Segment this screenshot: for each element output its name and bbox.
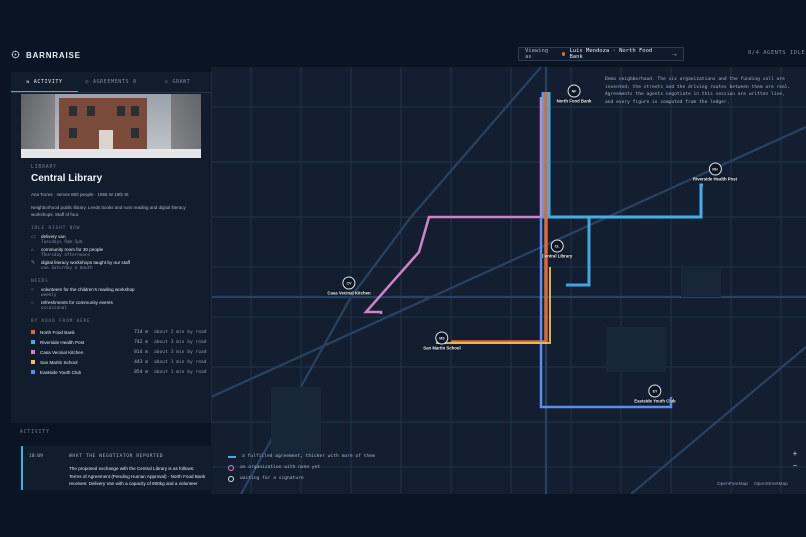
tab-agreements[interactable]: ◎ AGREEMENTS 0 — [78, 72, 145, 92]
arrow-right-icon: → — [671, 50, 678, 58]
attribution-openstreetmap[interactable]: OpenStreetMap — [754, 482, 788, 487]
tab-activity[interactable]: ⇆ ACTIVITY — [11, 72, 78, 92]
road-row[interactable]: North Food Bank 714 m about 2 min by roa… — [31, 327, 211, 337]
road-heading: BY ROAD FROM HERE — [31, 319, 91, 324]
route-color-swatch — [31, 360, 35, 364]
activity-entry[interactable]: 10:09 WHAT THE NEGOTIATOR REPORTED The p… — [21, 446, 213, 490]
activity-time: 10:09 — [29, 454, 43, 459]
org-title: Central Library — [31, 173, 103, 184]
idle-heading: IDLE RIGHT NOW — [31, 226, 81, 231]
need-item: ○ volunteers for the children's reading … — [31, 287, 135, 298]
street-grid — [211, 67, 806, 494]
top-bar: BARNRAISE Viewing as Luis Mendoza · Nort… — [0, 42, 806, 66]
road-row[interactable]: Eastside Youth Club 854 m about 1 min by… — [31, 367, 211, 377]
map-canvas[interactable]: NF North Food Bank RH Riverside Health P… — [211, 67, 806, 494]
road-row[interactable]: San Martin School 443 m about 1 min by r… — [31, 357, 211, 367]
activity-icon: ⇆ — [26, 78, 30, 85]
marker-central-library[interactable]: CL Central Library — [542, 239, 572, 259]
room-icon: ⌂ — [31, 247, 35, 253]
viewing-value: Luis Mendoza · North Food Bank — [569, 48, 653, 60]
zoom-in-button[interactable]: + — [790, 448, 800, 460]
marker-casa-vecinal-kitchen[interactable]: CV Casa Vecinal Kitchen — [327, 276, 371, 296]
road-row[interactable]: Riverside Health Post 742 m about 3 min … — [31, 337, 211, 347]
agreements-icon: ◎ — [85, 79, 89, 85]
van-icon: ▭ — [31, 234, 36, 240]
zoom-out-button[interactable]: − — [790, 460, 800, 472]
need-icon: ○ — [31, 287, 35, 293]
road-row[interactable]: Casa Vecinal Kitchen 814 m about 3 min b… — [31, 347, 211, 357]
pending-ring-icon — [228, 475, 234, 482]
empty-org-ring-icon — [228, 464, 234, 471]
org-description: Neighborhood public library. Lends books… — [31, 205, 186, 217]
agents-count: 0/4 — [748, 50, 760, 56]
library-photo — [21, 94, 201, 158]
map-info-note: Demo neighborhood. The six organizations… — [605, 77, 791, 105]
route-color-swatch — [31, 330, 35, 334]
map-attribution: OpenFreeMap OpenStreetMap — [717, 482, 788, 487]
marker-san-martin-school[interactable]: MS San Martin School — [423, 331, 461, 351]
legend-none: an organization with none yet — [240, 465, 321, 470]
barnraise-logo-icon — [11, 46, 20, 64]
needs-section: NEEDS ○ volunteers for the children's re… — [31, 279, 211, 311]
need-item: ○ refreshments for community events occas… — [31, 300, 113, 311]
marker-north-food-bank[interactable]: NF North Food Bank — [557, 84, 591, 104]
agents-label: AGENTS IDLE — [763, 50, 806, 56]
attribution-openfreemap[interactable]: OpenFreeMap — [717, 482, 748, 487]
panel-tabs: ⇆ ACTIVITY ◎ AGREEMENTS 0 ◇ GRANT — [11, 72, 211, 93]
need-icon: ○ — [31, 300, 35, 306]
route-color-swatch — [31, 340, 35, 344]
org-meta: Ana Torres · serves 850 people · 1865 W … — [31, 192, 129, 197]
workshop-icon: ✎ — [31, 260, 36, 266]
org-panel: ⇆ ACTIVITY ◎ AGREEMENTS 0 ◇ GRANT LIBRAR… — [11, 72, 212, 423]
legend-waiting: waiting for a signature — [240, 476, 304, 481]
fulfilled-line-icon — [228, 455, 236, 458]
org-details: LIBRARY Central Library Ana Torres · ser… — [31, 165, 211, 377]
legend-fulfilled: a fulfilled agreement, thicker with more… — [242, 454, 375, 459]
road-section: BY ROAD FROM HERE North Food Bank 714 m … — [31, 319, 211, 377]
viewing-as-selector[interactable]: Viewing as Luis Mendoza · North Food Ban… — [518, 47, 684, 61]
idle-section: IDLE RIGHT NOW ▭ delivery van Tuesdays 9a… — [31, 226, 211, 271]
viewing-label: Viewing as — [525, 48, 549, 60]
marker-riverside-health-post[interactable]: RH Riverside Health Post — [693, 162, 737, 182]
agreements-count: 0 — [133, 79, 137, 85]
idle-item: ⌂ community room for 30 people Thursday a… — [31, 247, 104, 258]
activity-body: The proposed exchange with the Central L… — [69, 466, 206, 486]
activity-title: WHAT THE NEGOTIATOR REPORTED — [69, 454, 164, 459]
needs-heading: NEEDS — [31, 279, 49, 284]
brand[interactable]: BARNRAISE — [11, 46, 81, 64]
zoom-controls: + − — [790, 448, 800, 472]
app-name: BARNRAISE — [26, 50, 81, 60]
org-kicker: LIBRARY — [31, 165, 57, 170]
map-legend: a fulfilled agreement, thicker with more… — [228, 451, 375, 484]
idle-item: ✎ digital literacy workshops taught by o… — [31, 260, 131, 271]
activity-section: ACTIVITY 10:09 WHAT THE NEGOTIATOR REPOR… — [11, 430, 213, 490]
tab-grant[interactable]: ◇ GRANT — [144, 72, 211, 92]
route-color-swatch — [31, 350, 35, 354]
idle-item: ▭ delivery van Tuesdays 9am-5pm — [31, 234, 83, 245]
org-color-dot — [561, 52, 566, 56]
grant-icon: ◇ — [164, 79, 169, 85]
agents-status-button[interactable]: 0/4 AGENTS IDLE — [748, 50, 805, 56]
marker-eastside-youth-club[interactable]: EY Eastside Youth Club — [634, 384, 676, 404]
route-color-swatch — [31, 370, 35, 374]
activity-heading: ACTIVITY — [20, 430, 50, 435]
